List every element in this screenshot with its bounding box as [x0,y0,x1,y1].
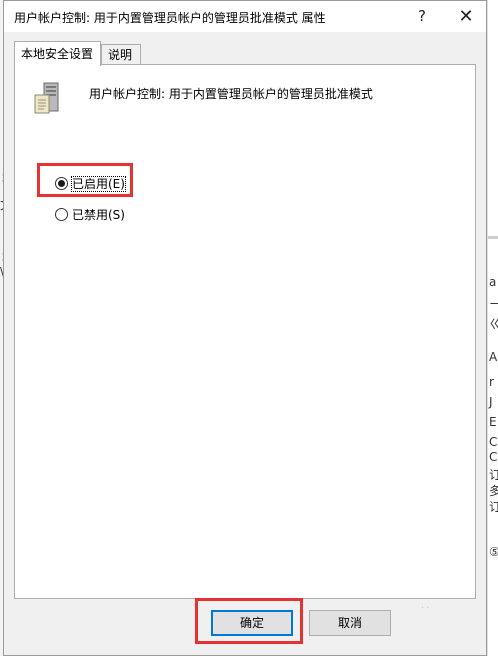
disabled-radio[interactable] [55,208,68,221]
bg-right-glyph: E [489,415,497,429]
tab-explain[interactable]: 说明 [101,44,141,65]
resize-grip-icon: ·· [421,603,432,614]
tab-panel: 用户帐户控制: 用于内置管理员帐户的管理员批准模式 已启用(E) 已禁用(S) [14,64,476,599]
bg-right-glyph: ㄍ [489,317,498,331]
properties-dialog: 用户帐户控制: 用于内置管理员帐户的管理员批准模式 属性 ? ✕ 本地安全设置 … [3,0,487,656]
cancel-button[interactable]: 取消 [309,610,391,636]
help-icon: ? [418,7,426,25]
bg-right-glyph: ⑤ [489,545,498,559]
highlight-enabled-option [37,163,133,197]
server-icon [34,82,59,114]
bg-right-glyph: 多 [489,484,498,498]
bg-right-glyph: 订 [489,500,498,514]
close-icon: ✕ [458,6,474,27]
help-button[interactable]: ? [400,1,444,32]
bg-right-glyph: ㄧ [489,297,498,311]
bg-right-glyph: C [489,435,498,449]
tab-local-security-setting[interactable]: 本地安全设置 [14,41,101,66]
bg-right-glyph: J [489,395,493,409]
background-window-right: a ㄧ ㄍ A r J E C C 订 多 订 ⑤ [487,0,498,656]
bg-right-glyph: C [489,450,498,464]
dialog-title: 用户帐户控制: 用于内置管理员帐户的管理员批准模式 属性 [14,11,326,25]
highlight-ok-button [195,598,303,644]
bg-right-glyph: 订 [489,468,498,482]
close-button[interactable]: ✕ [444,1,488,32]
policy-name: 用户帐户控制: 用于内置管理员帐户的管理员批准模式 [89,87,373,101]
bg-selection-bar [488,236,498,239]
bg-right-glyph: a [489,275,497,289]
bg-right-glyph: r [489,375,494,389]
disabled-radio-option[interactable]: 已禁用(S) [55,205,125,225]
disabled-label: 已禁用(S) [72,208,125,222]
bg-right-glyph: A [489,350,498,364]
title-bar[interactable]: 用户帐户控制: 用于内置管理员帐户的管理员批准模式 属性 ? ✕ [4,1,486,32]
